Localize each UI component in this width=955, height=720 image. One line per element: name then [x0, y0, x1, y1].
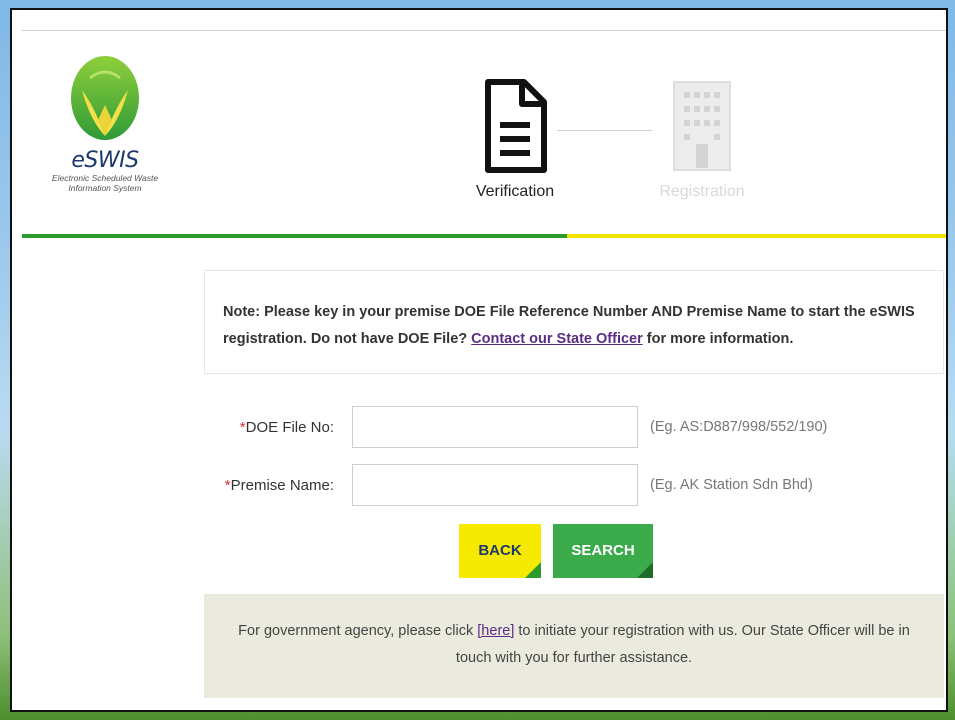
- search-button-label: SEARCH: [571, 542, 635, 559]
- doe-file-hint: (Eg. AS:D887/998/552/190): [650, 419, 828, 435]
- top-divider: [22, 30, 946, 31]
- back-button-label: BACK: [478, 542, 522, 559]
- eswis-logo: eSWIS Electronic Scheduled Waste Informa…: [40, 50, 170, 220]
- progress-bar-completed: [22, 234, 568, 238]
- step-verification-label: Verification: [475, 183, 555, 200]
- premise-name-hint: (Eg. AK Station Sdn Bhd): [650, 477, 813, 493]
- note-box: Note: Please key in your premise DOE Fil…: [204, 270, 944, 374]
- search-button[interactable]: SEARCH: [553, 524, 653, 578]
- gov-text-before: For government agency, please click: [238, 623, 478, 639]
- premise-name-label-text: Premise Name:: [230, 477, 334, 494]
- registration-panel: eSWIS Electronic Scheduled Waste Informa…: [10, 8, 948, 712]
- back-button-corner-icon: [525, 562, 541, 578]
- premise-name-input[interactable]: [352, 464, 638, 506]
- doe-file-label-text: DOE File No:: [245, 419, 334, 436]
- doe-file-input[interactable]: [352, 406, 638, 448]
- gov-text-after: to initiate your registration with us. O…: [455, 623, 910, 666]
- contact-state-officer-link[interactable]: Contact our State Officer: [471, 331, 643, 347]
- premise-name-row: *Premise Name: (Eg. AK Station Sdn Bhd): [204, 464, 944, 508]
- back-button[interactable]: BACK: [459, 524, 541, 578]
- doe-file-row: *DOE File No: (Eg. AS:D887/998/552/190): [204, 406, 944, 450]
- building-icon: [673, 81, 731, 171]
- step-registration: Registration: [642, 78, 762, 201]
- premise-name-label: *Premise Name:: [225, 477, 334, 494]
- government-here-link[interactable]: [here]: [477, 623, 514, 639]
- brand-subtitle-line1: Electronic Scheduled Waste: [51, 173, 159, 183]
- leaf-emblem-icon: [71, 56, 139, 140]
- step-verification: Verification: [460, 78, 570, 201]
- progress-bar: [22, 234, 946, 238]
- brand-subtitle-line2: Information System: [68, 183, 142, 193]
- document-icon: [485, 79, 547, 173]
- brand-name: eSWIS: [71, 148, 139, 173]
- doe-file-label: *DOE File No:: [240, 419, 334, 436]
- note-text-after: for more information.: [642, 331, 794, 347]
- step-connector: [557, 130, 652, 131]
- search-button-corner-icon: [637, 562, 653, 578]
- government-agency-notice: For government agency, please click [her…: [204, 594, 944, 698]
- step-registration-label: Registration: [659, 183, 745, 200]
